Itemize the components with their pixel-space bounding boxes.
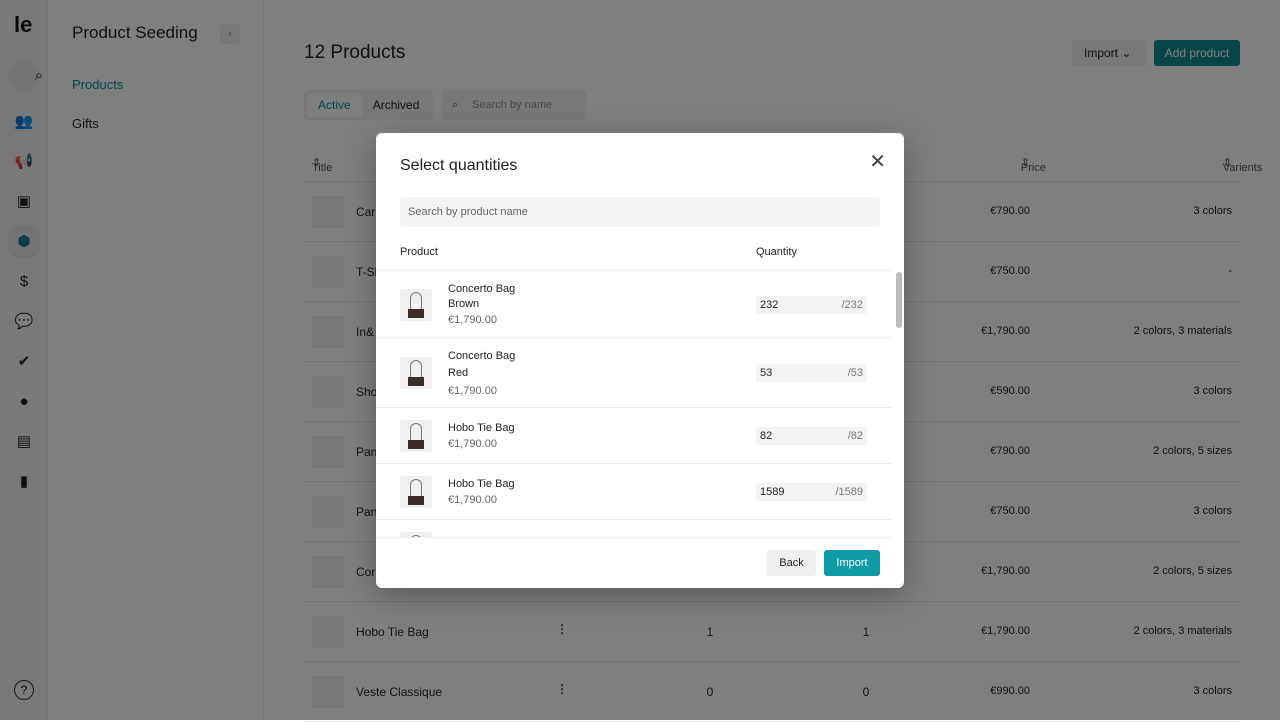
quantity-value: 1589 <box>760 486 785 498</box>
bag-image <box>408 479 424 505</box>
quantity-input[interactable]: 1589/1589 <box>756 483 867 501</box>
quantity-input[interactable]: 53/53 <box>756 364 867 382</box>
product-search-input[interactable]: Search by product name <box>400 197 880 227</box>
list-item <box>376 520 892 537</box>
bag-image <box>408 535 424 537</box>
list-item: Concerto Bag Brown €1,790.00 232/232 <box>376 271 892 338</box>
list-item: Hobo Tie Bag €1,790.00 82/82 <box>376 408 892 464</box>
item-variant: Brown <box>448 298 480 310</box>
close-icon[interactable]: ✕ <box>869 149 886 174</box>
bag-image <box>408 360 424 386</box>
quantity-value: 53 <box>760 367 773 379</box>
product-thumbnail <box>400 288 432 321</box>
modal-title: Select quantities <box>400 157 518 174</box>
item-price: €1,790.00 <box>448 438 497 450</box>
product-thumbnail <box>400 532 432 537</box>
quantity-max: /53 <box>847 367 863 379</box>
quantity-max: /1589 <box>835 486 863 498</box>
column-product: Product <box>400 246 438 258</box>
quantity-value: 82 <box>760 430 773 442</box>
quantity-max: /232 <box>841 298 863 311</box>
item-price: €1,790.00 <box>448 494 497 506</box>
item-name: Hobo Tie Bag <box>448 422 515 434</box>
quantity-max: /82 <box>847 430 863 442</box>
product-thumbnail <box>400 420 432 452</box>
product-list: Concerto Bag Brown €1,790.00 232/232 Conce… <box>376 270 892 538</box>
item-price: €1,790.00 <box>448 314 497 326</box>
item-price: €1,790.00 <box>448 385 497 397</box>
quantity-input[interactable]: 82/82 <box>756 427 867 445</box>
list-item: Hobo Tie Bag €1,790.00 1589/1589 <box>376 464 892 520</box>
item-name: Concerto Bag <box>448 350 516 362</box>
quantity-value: 232 <box>760 298 779 311</box>
select-quantities-modal: Select quantities ✕ Search by product na… <box>376 133 904 588</box>
column-quantity: Quantity <box>756 246 797 258</box>
item-variant: Red <box>448 367 469 379</box>
item-name: Concerto Bag <box>448 283 516 295</box>
back-button[interactable]: Back <box>767 550 816 576</box>
item-name: Hobo Tie Bag <box>448 478 515 490</box>
import-button[interactable]: Import <box>824 550 880 576</box>
list-item: Concerto Bag Red €1,790.00 53/53 <box>376 338 892 408</box>
bag-image <box>408 291 424 318</box>
bag-image <box>408 423 424 449</box>
scrollbar[interactable] <box>896 272 902 328</box>
quantity-input[interactable]: 232/232 <box>756 295 867 314</box>
product-thumbnail <box>400 476 432 508</box>
product-thumbnail <box>400 357 432 389</box>
